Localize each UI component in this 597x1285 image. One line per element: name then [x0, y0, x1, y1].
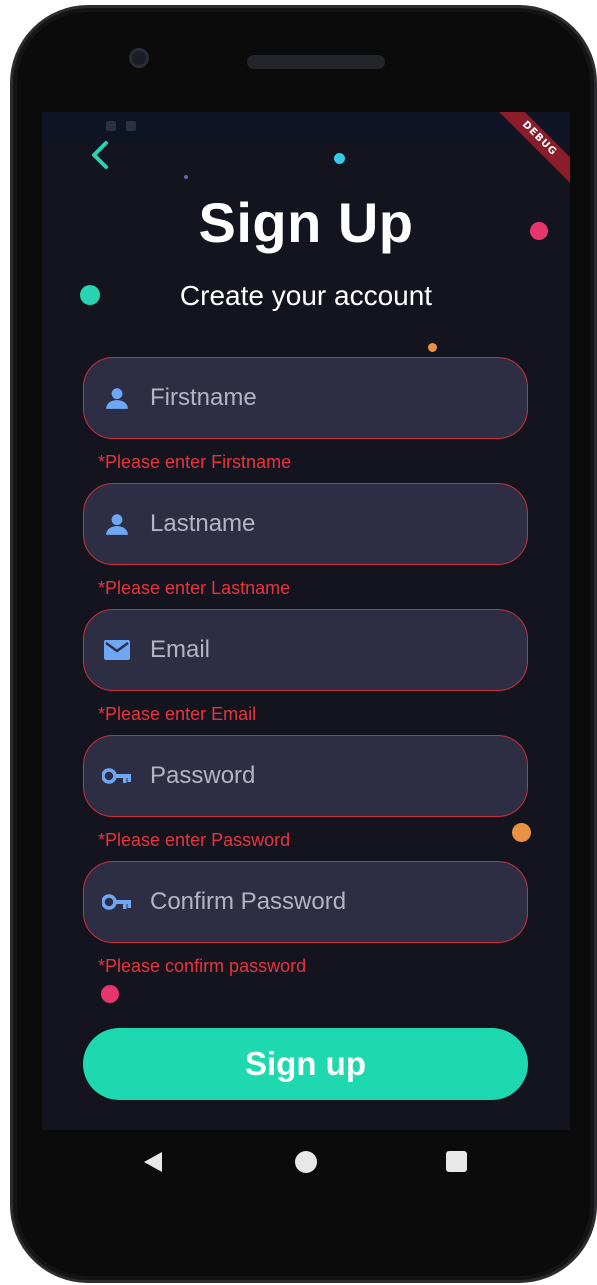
signup-button[interactable]: Sign up [83, 1028, 528, 1100]
chevron-left-icon [92, 141, 108, 169]
decor-dot [184, 175, 188, 179]
camera-icon [129, 48, 149, 68]
email-field[interactable] [83, 609, 528, 691]
password-input[interactable] [150, 756, 510, 796]
password-error: *Please enter Password [98, 830, 291, 850]
person-icon [102, 383, 132, 413]
page-subtitle: Create your account [179, 280, 433, 311]
person-icon [102, 509, 132, 539]
triangle-back-icon[interactable] [142, 1150, 164, 1174]
lastname-error: *Please enter Lastname [98, 578, 291, 598]
decor-dot [334, 153, 345, 164]
status-icons [106, 121, 136, 131]
decor-dot [428, 343, 437, 352]
lastname-input[interactable] [150, 504, 510, 544]
password-field[interactable] [83, 735, 528, 817]
firstname-error: *Please enter Firstname [98, 452, 292, 472]
confirm-password-field[interactable] [83, 861, 528, 943]
email-input[interactable] [150, 630, 510, 670]
back-button[interactable] [86, 138, 114, 172]
page-title: Sign Up [198, 191, 414, 254]
lastname-field[interactable] [83, 483, 528, 565]
circle-home-icon[interactable] [295, 1151, 317, 1173]
firstname-field[interactable] [83, 357, 528, 439]
app-screen: DEBUG Sign Up Create your account *Pleas… [42, 112, 570, 1130]
key-icon [102, 761, 132, 791]
confirm-password-error: *Please confirm password [98, 956, 307, 976]
decor-dot [101, 985, 119, 1003]
speaker-grille [247, 55, 385, 69]
firstname-input[interactable] [150, 378, 510, 418]
system-nav-bar [42, 1130, 570, 1196]
status-bar [42, 112, 570, 142]
decor-dot [512, 823, 531, 842]
mail-icon [102, 635, 132, 665]
confirm-password-input[interactable] [150, 882, 510, 922]
key-icon [102, 887, 132, 917]
square-recent-icon[interactable] [446, 1151, 467, 1172]
email-error: *Please enter Email [98, 704, 257, 724]
